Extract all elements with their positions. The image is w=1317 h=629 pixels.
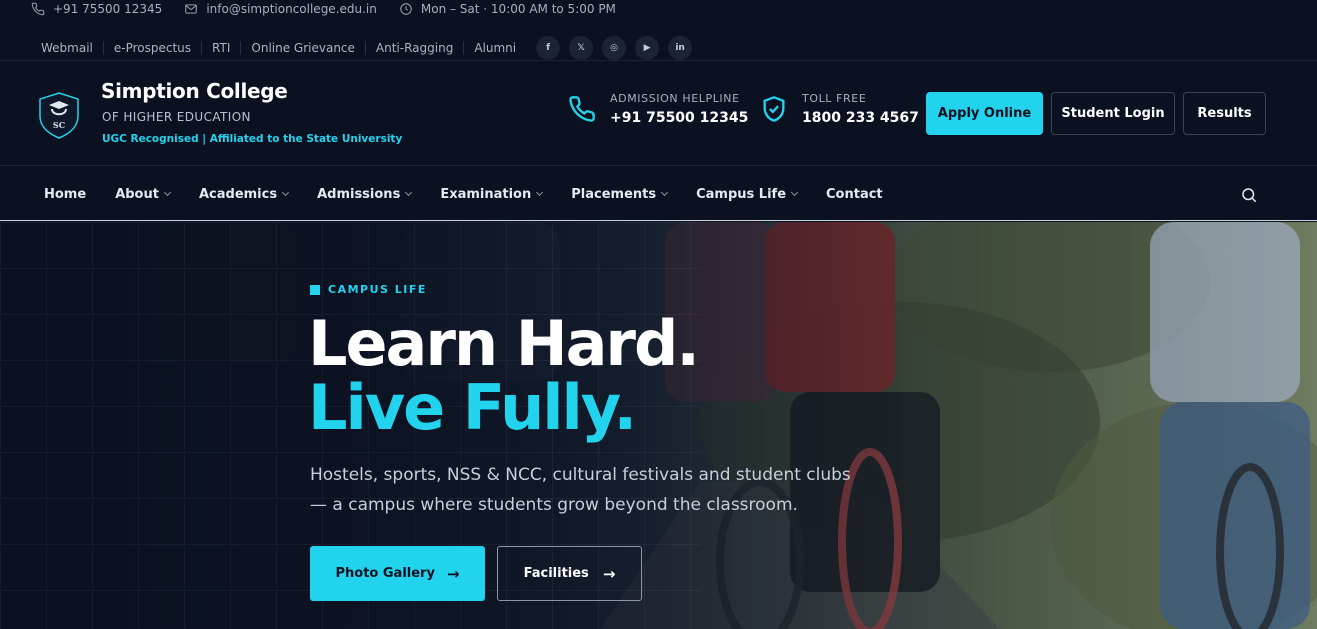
site-header: SC Simption College OF HIGHER EDUCATION … [0,62,1317,166]
youtube-icon[interactable]: ▶ [635,36,660,60]
quick-link-online-grievance[interactable]: Online Grievance [241,41,366,55]
chevron-down-icon [405,188,413,197]
hero-headline-line2: Live Fully. [308,371,637,444]
tollfree-label: TOLL FREE [802,92,867,105]
chevron-down-icon [163,188,172,197]
tollfree-value: 1800 233 4567 [802,110,919,126]
hero-description: Hostels, sports, NSS & NCC, cultural fes… [310,465,851,515]
top-email[interactable]: info@simptioncollege.edu.in [184,2,377,16]
phone-icon [31,2,45,16]
top-phone-text: +91 75500 12345 [53,2,163,16]
hero-headline-line1: Learn Hard. [308,307,700,380]
nav-item-label: Campus Life [696,186,787,202]
square-icon [310,284,320,295]
college-logo-icon[interactable]: SC [37,90,81,140]
logo-text: SC [53,120,65,130]
nav-item-label: Academics [198,186,278,202]
brand-subtitle: OF HIGHER EDUCATION [102,110,251,124]
mail-icon [185,4,198,14]
nav-item-contact[interactable]: Contact [826,187,883,202]
chevron-down-icon [661,188,669,197]
admission-helpline[interactable]: ADMISSION HELPLINE +91 75500 12345 [568,92,748,126]
nav-item-label: Examination [440,186,532,202]
nav-item-label: Admissions [317,186,401,202]
linkedin-icon[interactable]: in [668,36,693,60]
social-links: f 𝕏 ◎ ▶ in [536,36,693,60]
facilities-button[interactable]: Facilities → [497,546,642,601]
results-button[interactable]: Results [1183,92,1266,135]
helpline-label: ADMISSION HELPLINE [610,92,740,105]
quick-link-webmail[interactable]: Webmail [31,41,104,55]
hero-eyebrow: CAMPUS LIFE [310,283,427,296]
brand-tagline: UGC Recognised | Affiliated to the State… [102,133,403,145]
chevron-down-icon [536,188,544,197]
clock-icon [400,3,412,15]
nav-item-admissions[interactable]: Admissions [317,186,413,202]
helpline-value: +91 75500 12345 [610,110,749,126]
phone-icon [569,96,595,122]
nav-item-home[interactable]: Home [44,187,86,202]
toll-free[interactable]: TOLL FREE 1800 233 4567 [760,92,919,126]
x-icon[interactable]: 𝕏 [569,36,594,60]
nav-item-label: Placements [571,186,657,202]
contact-info-row: +91 75500 12345 info@simptioncollege.edu… [31,0,638,18]
search-icon[interactable] [1240,186,1258,204]
quick-link-alumni[interactable]: Alumni [464,41,526,55]
hero-section: CAMPUS LIFE Learn Hard. Live Fully. Host… [0,222,1317,629]
nav-items: Home About Academics Admissions Examinat… [44,167,912,221]
nav-item-label: About [115,186,159,202]
top-info-bar: +91 75500 12345 info@simptioncollege.edu… [0,0,1317,61]
quick-links-row: Webmail e-Prospectus RTI Online Grievanc… [31,36,693,60]
top-email-text: info@simptioncollege.edu.in [206,2,377,16]
chevron-down-icon [282,188,290,197]
facebook-icon[interactable]: f [536,36,561,60]
nav-item-academics[interactable]: Academics [198,186,290,202]
arrow-right-icon: → [446,564,460,583]
photo-gallery-button[interactable]: Photo Gallery → [310,546,485,601]
top-hours: Mon – Sat · 10:00 AM to 5:00 PM [399,2,616,16]
nav-item-label: Home [44,186,87,202]
shield-check-icon [763,96,785,122]
main-nav: Home About Academics Admissions Examinat… [0,167,1317,221]
nav-item-about[interactable]: About [115,186,172,202]
nav-item-examination[interactable]: Examination [440,186,544,202]
brand-name[interactable]: Simption College [101,79,288,103]
chevron-down-icon [790,188,799,197]
top-hours-text: Mon – Sat · 10:00 AM to 5:00 PM [420,2,616,16]
top-phone[interactable]: +91 75500 12345 [31,2,162,16]
nav-item-label: Contact [826,186,883,202]
photo-gallery-label: Photo Gallery [335,566,435,581]
nav-item-campus-life[interactable]: Campus Life [696,186,799,202]
quick-link-anti-ragging[interactable]: Anti-Ragging [366,41,465,55]
apply-online-button[interactable]: Apply Online [926,92,1043,135]
quick-link-rti[interactable]: RTI [202,41,242,55]
arrow-right-icon: → [602,564,616,583]
quick-link-e-prospectus[interactable]: e-Prospectus [104,41,203,55]
nav-item-placements[interactable]: Placements [571,186,669,202]
instagram-icon[interactable]: ◎ [602,36,627,60]
hero-eyebrow-text: CAMPUS LIFE [328,283,427,296]
student-login-button[interactable]: Student Login [1051,92,1175,135]
facilities-label: Facilities [523,566,589,581]
